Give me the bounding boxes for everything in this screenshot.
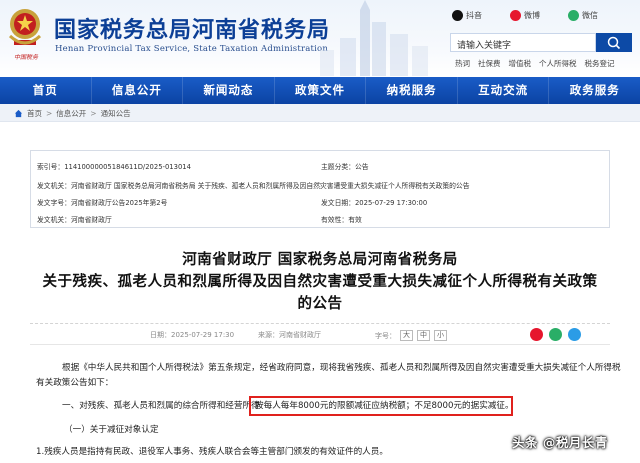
nav-interaction[interactable]: 互动交流 <box>458 77 550 104</box>
weibo-icon <box>510 10 521 21</box>
source-value: 河南省财政厅 <box>279 331 321 339</box>
nav-tax-service[interactable]: 纳税服务 <box>366 77 458 104</box>
meta-doc-no: 发文字号：河南省财政厅公告2025年第2号 <box>37 197 167 207</box>
source: 来源：河南省财政厅 <box>258 330 321 340</box>
meta-value: 2025-07-29 17:30:00 <box>354 199 428 207</box>
breadcrumb-notice[interactable]: 通知公告 <box>101 108 131 119</box>
share-icons <box>530 328 581 341</box>
site-header: 中国税务 国家税务总局河南省税务局 Henan Provincial Tax S… <box>0 0 640 76</box>
meta-label: 有效性： <box>321 216 349 224</box>
document-info-bar: 日期：2025-07-29 17:30 来源：河南省财政厅 字号： 大 中 小 <box>30 323 610 345</box>
meta-label: 发文机关： <box>37 216 71 224</box>
home-icon <box>14 109 23 118</box>
share-qq-icon[interactable] <box>568 328 581 341</box>
meta-validity: 有效性：有效 <box>321 214 362 224</box>
date-value: 2025-07-29 17:30 <box>171 331 235 339</box>
tax-emblem-icon <box>8 9 42 45</box>
search-button[interactable] <box>596 33 632 52</box>
main-nav: 首页 信息公开 新闻动态 政策文件 纳税服务 互动交流 政务服务 <box>0 77 640 104</box>
nav-info-disclosure[interactable]: 信息公开 <box>92 77 184 104</box>
douyin-label: 抖音 <box>466 11 482 20</box>
douyin-link[interactable]: 抖音 <box>452 10 482 21</box>
meta-name: 发文机关：河南省财政厅 国家税务总局河南省税务局 关于残疾、孤老人员和烈属所得及… <box>37 180 470 190</box>
hot-links: 热词 社保费 增值税 个人所得税 税务登记 <box>455 58 615 69</box>
site-subtitle: Henan Provincial Tax Service, State Taxa… <box>55 44 329 54</box>
weibo-link[interactable]: 微博 <box>510 10 540 21</box>
share-wechat-icon[interactable] <box>549 328 562 341</box>
paragraph-2-prefix: 一、对残疾、孤老人员和烈属的综合所得和经营所得 <box>62 401 260 411</box>
hot-link[interactable]: 个人所得税 <box>539 58 577 69</box>
meta-label: 发文日期： <box>321 199 355 207</box>
search-input[interactable]: 请输入关键字 <box>450 33 596 52</box>
meta-value: 公告 <box>354 163 369 171</box>
breadcrumb-home[interactable]: 首页 <box>27 108 42 119</box>
font-size-large[interactable]: 大 <box>400 330 413 341</box>
font-size-small[interactable]: 小 <box>434 330 447 341</box>
weibo-label: 微博 <box>524 11 540 20</box>
document-meta-box: 索引号：11410000005184611D/2025-013014 主题分类：… <box>30 150 610 228</box>
paragraph-1-line-2: 有关政策公告如下： <box>36 378 114 388</box>
toutiao-watermark: 头条 @税月长青 <box>512 435 608 450</box>
breadcrumb-info[interactable]: 信息公开 <box>56 108 86 119</box>
meta-value: 有效 <box>348 216 362 224</box>
breadcrumb-separator: > <box>46 109 53 118</box>
wechat-icon <box>568 10 579 21</box>
meta-value: 河南省财政厅 国家税务总局河南省税务局 关于残疾、孤老人员和烈属所得及因自然灾害… <box>70 182 470 190</box>
size-label: 字号： <box>375 331 396 340</box>
wechat-link[interactable]: 微信 <box>568 10 598 21</box>
document-title-line3: 的公告 <box>297 296 343 312</box>
meta-date: 发文日期：2025-07-29 17:30:00 <box>321 197 427 207</box>
nav-news[interactable]: 新闻动态 <box>183 77 275 104</box>
skyline-graphic <box>320 0 428 76</box>
share-weibo-icon[interactable] <box>530 328 543 341</box>
hot-link[interactable]: 增值税 <box>509 58 532 69</box>
douyin-icon <box>452 10 463 21</box>
hot-link: 热词 <box>455 59 470 68</box>
date-label: 日期： <box>150 331 171 339</box>
hot-link[interactable]: 税务登记 <box>585 58 615 69</box>
document-title-line1: 河南省财政厅 国家税务总局河南省税务局 <box>182 252 458 268</box>
breadcrumb-bar: 首页 > 信息公开 > 通知公告 <box>0 104 640 122</box>
publish-date: 日期：2025-07-29 17:30 <box>150 330 234 340</box>
paragraph-3: （一）关于减征对象认定 <box>64 425 159 435</box>
wechat-label: 微信 <box>582 11 598 20</box>
hot-link[interactable]: 社保费 <box>478 58 501 69</box>
search-icon <box>607 36 621 50</box>
meta-value: 11410000005184611D/2025-013014 <box>64 163 191 171</box>
meta-subject: 主题分类：公告 <box>321 161 369 171</box>
nav-home[interactable]: 首页 <box>0 77 92 104</box>
breadcrumb: 首页 > 信息公开 > 通知公告 <box>14 108 131 119</box>
meta-value: 河南省财政厅 <box>70 216 112 224</box>
breadcrumb-separator: > <box>90 109 97 118</box>
meta-org: 发文机关：河南省财政厅 <box>37 214 112 224</box>
meta-label: 索引号： <box>37 163 65 171</box>
emblem-caption: 中国税务 <box>13 54 38 61</box>
paragraph-1-line-1: 根据《中华人民共和国个人所得税法》第五条规定，经省政府同意，现将我省残疾、孤老人… <box>62 363 621 373</box>
font-size-medium[interactable]: 中 <box>417 330 430 341</box>
document-title-line2: 关于残疾、孤老人员和烈属所得及因自然灾害遭受重大损失减征个人所得税有关政策 <box>42 274 598 290</box>
meta-label: 主题分类： <box>321 163 355 171</box>
paragraph-4: 1.残疾人员是指持有民政、退役军人事务、残疾人联合会等主管部门颁发的有效证件的人… <box>36 447 388 457</box>
nav-gov-service[interactable]: 政务服务 <box>549 77 640 104</box>
meta-label: 发文字号： <box>37 199 71 207</box>
font-size-selector: 字号： 大 中 小 <box>375 330 447 341</box>
meta-label: 发文机关： <box>37 182 71 190</box>
meta-value: 河南省财政厅公告2025年第2号 <box>70 199 168 207</box>
site-title[interactable]: 国家税务总局河南省税务局 <box>54 12 330 44</box>
source-label: 来源： <box>258 331 279 339</box>
nav-policy[interactable]: 政策文件 <box>275 77 367 104</box>
meta-index: 索引号：11410000005184611D/2025-013014 <box>37 161 191 171</box>
highlight-box <box>249 396 513 416</box>
